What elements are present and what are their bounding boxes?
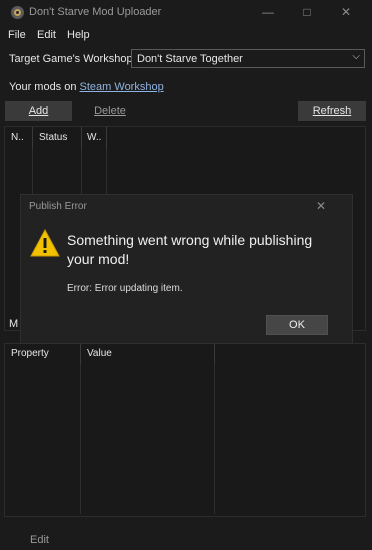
maximize-button[interactable]: □: [297, 4, 317, 20]
column-header-name[interactable]: N..: [5, 127, 33, 149]
menu-help[interactable]: Help: [67, 29, 90, 41]
chevron-down-icon: ⌵: [352, 51, 360, 62]
warning-icon: [30, 229, 60, 257]
dialog-message: Something went wrong while publishing yo…: [67, 232, 313, 267]
refresh-button[interactable]: Refresh: [298, 101, 366, 121]
properties-table[interactable]: Property Value: [4, 343, 366, 517]
delete-button[interactable]: Delete: [76, 101, 144, 121]
edit-button[interactable]: Edit: [30, 534, 49, 546]
mods-source: Your mods on Steam Workshop: [9, 81, 164, 93]
ok-button[interactable]: OK: [266, 315, 328, 335]
steam-workshop-link[interactable]: Steam Workshop: [80, 81, 164, 93]
mods-source-prefix: Your mods on: [9, 81, 80, 93]
column-header-status[interactable]: Status: [33, 127, 82, 149]
window-title: Don't Starve Mod Uploader: [29, 6, 162, 18]
refresh-button-label: Refresh: [312, 105, 352, 117]
details-section-label: M: [9, 318, 19, 330]
menu-edit[interactable]: Edit: [37, 29, 56, 41]
close-button[interactable]: ✕: [336, 4, 356, 20]
add-button[interactable]: Add: [5, 101, 72, 121]
menu-file[interactable]: File: [8, 29, 26, 41]
column-header-property[interactable]: Property: [5, 344, 81, 364]
minimize-button[interactable]: —: [258, 4, 278, 20]
dialog-title: Publish Error: [29, 201, 87, 212]
column-header-value[interactable]: Value: [81, 344, 215, 364]
workshop-select-value: Don't Starve Together: [137, 53, 243, 65]
delete-button-label: Delete: [94, 105, 126, 117]
dont-starve-app-icon: [11, 6, 24, 19]
workshop-select[interactable]: Don't Starve Together ⌵: [131, 49, 365, 68]
workshop-label: Target Game's Workshop: [9, 53, 133, 65]
column-divider: [80, 364, 81, 514]
add-button-label: Add: [28, 105, 49, 117]
publish-error-dialog: Publish Error ✕ Something went wrong whi…: [20, 194, 353, 344]
column-header-workshop[interactable]: W..: [82, 127, 107, 149]
title-bar: Don't Starve Mod Uploader — □ ✕: [0, 0, 372, 25]
workshop-row: Target Game's Workshop Don't Starve Toge…: [0, 48, 372, 70]
menu-bar: File Edit Help: [0, 25, 372, 45]
dialog-error-detail: Error: Error updating item.: [67, 283, 183, 294]
column-divider: [214, 364, 215, 514]
dialog-close-button[interactable]: ✕: [316, 199, 326, 213]
